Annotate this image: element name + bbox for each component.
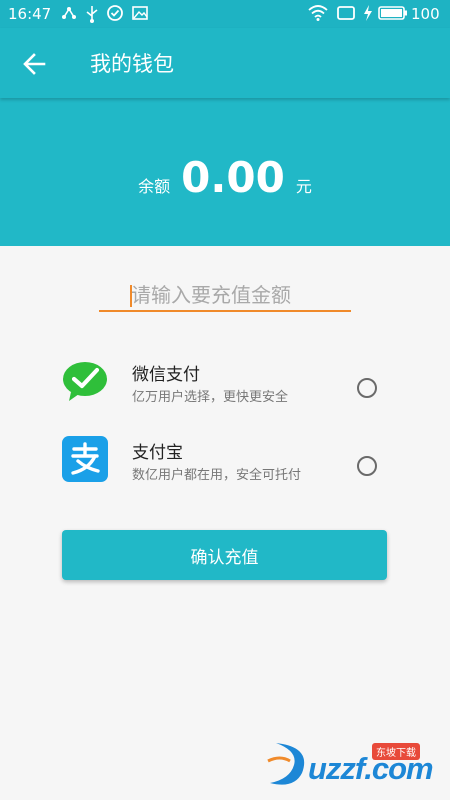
app-bar: 我的钱包 [0, 28, 450, 98]
image-icon [132, 6, 148, 20]
payment-name: 支付宝 [132, 443, 183, 463]
payment-description: 亿万用户选择，更快更安全 [132, 390, 289, 405]
balance-value: 0.00 [181, 153, 285, 202]
amount-input[interactable] [99, 280, 351, 312]
status-bar: 16:47 100 [0, 0, 450, 28]
text-caret [130, 285, 132, 307]
payment-option-wechat[interactable]: 微信支付 亿万用户选择，更快更安全 [0, 358, 450, 418]
share-icon [62, 7, 76, 19]
payment-name: 微信支付 [132, 365, 200, 385]
balance-label: 余额 [138, 177, 171, 196]
payment-option-alipay[interactable]: 支付宝 数亿用户都在用，安全可托付 [0, 436, 450, 496]
payment-description: 数亿用户都在用，安全可托付 [132, 468, 302, 483]
page-title: 我的钱包 [90, 52, 174, 76]
screen-icon [337, 6, 355, 20]
battery-icon [378, 6, 407, 20]
confirm-recharge-button[interactable]: 确认充值 [62, 530, 387, 580]
radio-wechat[interactable] [357, 378, 377, 398]
wifi-icon [308, 5, 328, 21]
balance-row: 余额 0.00 元 [0, 153, 450, 202]
balance-panel: 余额 0.00 元 [0, 98, 450, 246]
watermark-logo: uzzf.com 东坡下载 [264, 735, 444, 793]
back-button[interactable] [20, 50, 50, 78]
alipay-icon [62, 436, 108, 482]
watermark-badge: 东坡下载 [372, 743, 420, 760]
check-circle-icon [107, 5, 123, 21]
battery-level: 100 [411, 5, 440, 23]
usb-icon [86, 6, 98, 23]
arrow-left-icon [23, 53, 46, 75]
watermark-swoosh-icon [267, 743, 305, 785]
radio-alipay[interactable] [357, 456, 377, 476]
charging-icon [364, 5, 372, 21]
wechat-pay-icon [63, 362, 107, 401]
balance-unit: 元 [295, 177, 312, 196]
status-time: 16:47 [8, 5, 52, 23]
